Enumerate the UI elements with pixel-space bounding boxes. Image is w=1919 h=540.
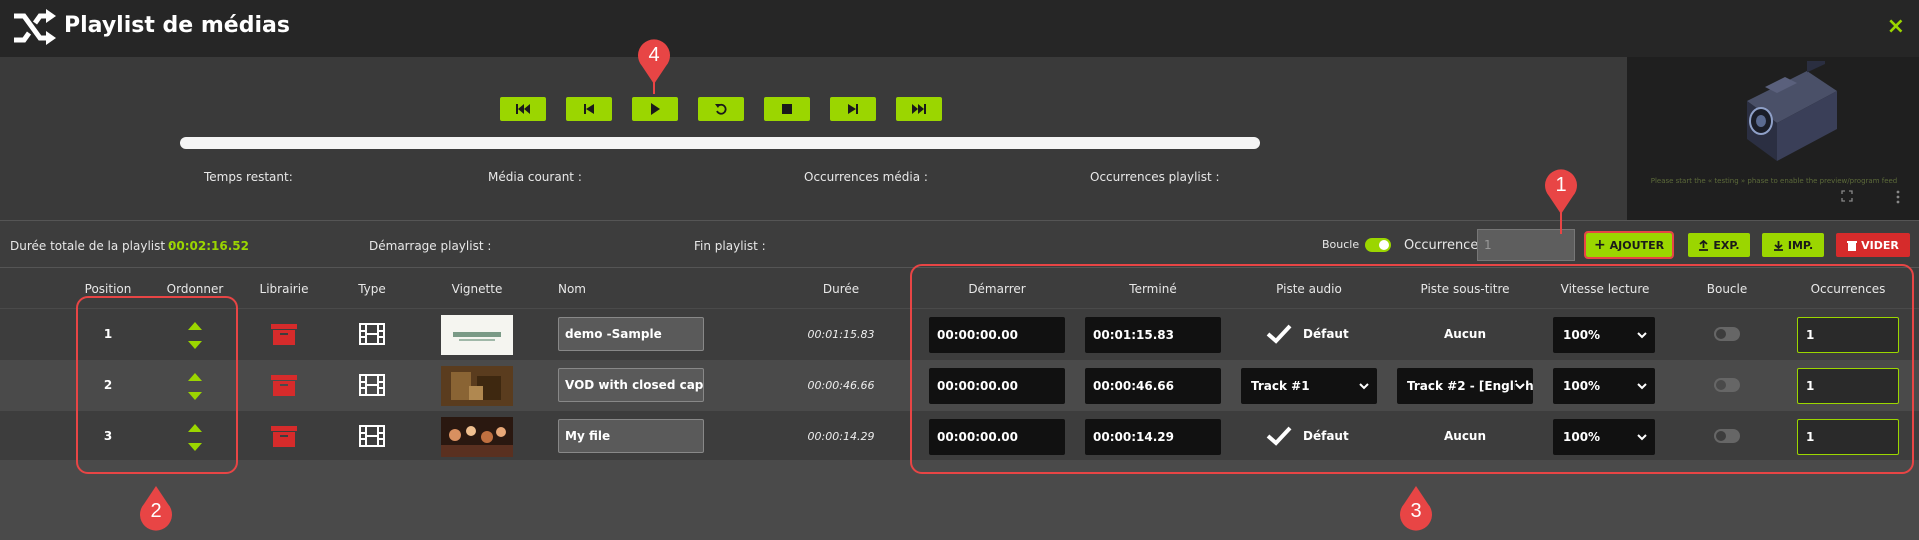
loop-label: Boucle bbox=[1322, 238, 1360, 251]
previous-icon bbox=[584, 104, 594, 114]
occurrences-label: Occurrences bbox=[1404, 238, 1486, 253]
add-button-label: AJOUTER bbox=[1609, 238, 1665, 252]
playlist-summary-bar: Durée totale de la playlist : 00:02:16.5… bbox=[0, 220, 1919, 268]
playlist-window: Playlist de médias × Temps restant: Médi… bbox=[0, 0, 1919, 540]
thumbnail-image bbox=[441, 315, 513, 355]
export-button-label: EXP. bbox=[1713, 238, 1740, 252]
header-duration: Durée bbox=[822, 282, 860, 296]
media-duration: 00:00:14.29 bbox=[807, 430, 875, 443]
shuffle-icon bbox=[14, 9, 56, 45]
annotation-number-1: 1 bbox=[1555, 174, 1567, 196]
current-media-label: Média courant : bbox=[488, 170, 582, 184]
stop-icon bbox=[782, 104, 792, 114]
media-occurrences-label: Occurrences média : bbox=[804, 170, 928, 184]
skip-last-icon bbox=[912, 104, 926, 114]
skip-first-button[interactable] bbox=[500, 97, 546, 121]
video-type-icon bbox=[359, 425, 385, 447]
upload-icon bbox=[1699, 239, 1709, 251]
remaining-time-label: Temps restant: bbox=[204, 170, 293, 184]
close-icon[interactable]: × bbox=[1887, 14, 1905, 39]
plus-icon: + bbox=[1593, 237, 1606, 253]
annotation-box-2 bbox=[76, 296, 238, 474]
more-options-icon[interactable] bbox=[1895, 190, 1901, 204]
import-button[interactable]: IMP. bbox=[1762, 233, 1824, 257]
preview-panel: Please start the « testing » phase to en… bbox=[1627, 57, 1919, 220]
replay-icon bbox=[715, 103, 727, 115]
skip-first-icon bbox=[516, 104, 530, 114]
media-duration: 00:00:46.66 bbox=[807, 379, 875, 392]
camera-illustration bbox=[1747, 61, 1837, 161]
thumbnail-image bbox=[441, 417, 513, 457]
replay-button[interactable] bbox=[698, 97, 744, 121]
page-title: Playlist de médias bbox=[64, 13, 290, 38]
header-order: Ordonner bbox=[166, 282, 224, 296]
player-panel: Temps restant: Média courant : Occurrenc… bbox=[0, 57, 1627, 220]
stop-button[interactable] bbox=[764, 97, 810, 121]
header-library: Librairie bbox=[259, 282, 309, 296]
clear-button-label: VIDER bbox=[1861, 238, 1899, 252]
fullscreen-icon[interactable] bbox=[1841, 190, 1853, 202]
library-icon[interactable] bbox=[271, 323, 297, 345]
media-name-input[interactable]: demo -Sample bbox=[558, 317, 704, 351]
playlist-end-label: Fin playlist : bbox=[694, 239, 766, 253]
header-position: Position bbox=[84, 282, 132, 296]
next-button[interactable] bbox=[830, 97, 876, 121]
annotation-number-3: 3 bbox=[1410, 500, 1422, 522]
header-type: Type bbox=[358, 282, 386, 296]
play-icon bbox=[651, 103, 660, 115]
playlist-start-label: Démarrage playlist : bbox=[369, 239, 492, 253]
library-icon[interactable] bbox=[271, 374, 297, 396]
import-button-label: IMP. bbox=[1787, 238, 1814, 252]
annotation-number-2: 2 bbox=[150, 500, 162, 522]
media-name-input[interactable]: My file bbox=[558, 419, 704, 453]
play-button[interactable] bbox=[632, 97, 678, 121]
preview-hint: Please start the « testing » phase to en… bbox=[1650, 177, 1898, 185]
playback-progress-bar[interactable] bbox=[180, 137, 1260, 149]
media-duration: 00:01:15.83 bbox=[807, 328, 875, 341]
previous-button[interactable] bbox=[566, 97, 612, 121]
download-icon bbox=[1773, 240, 1783, 251]
total-duration-label: Durée totale de la playlist : bbox=[10, 239, 173, 253]
trash-icon bbox=[1847, 240, 1858, 251]
library-icon[interactable] bbox=[271, 425, 297, 447]
annotation-number-4: 4 bbox=[648, 44, 660, 66]
export-button[interactable]: EXP. bbox=[1688, 233, 1750, 257]
clear-button[interactable]: VIDER bbox=[1836, 233, 1910, 257]
header-bar: Playlist de médias × bbox=[0, 0, 1919, 57]
thumbnail-image bbox=[441, 366, 513, 406]
video-type-icon bbox=[359, 374, 385, 396]
next-icon bbox=[848, 104, 858, 114]
total-duration-value: 00:02:16.52 bbox=[168, 239, 249, 253]
playlist-loop-toggle[interactable] bbox=[1365, 238, 1391, 252]
annotation-box-3 bbox=[910, 264, 1914, 474]
skip-last-button[interactable] bbox=[896, 97, 942, 121]
header-name: Nom bbox=[557, 282, 587, 296]
header-thumbnail: Vignette bbox=[451, 282, 503, 296]
media-name-input[interactable]: VOD with closed captions bbox=[558, 368, 704, 402]
add-button[interactable]: + AJOUTER bbox=[1584, 231, 1674, 259]
playlist-occurrences-label: Occurrences playlist : bbox=[1090, 170, 1220, 184]
video-type-icon bbox=[359, 323, 385, 345]
